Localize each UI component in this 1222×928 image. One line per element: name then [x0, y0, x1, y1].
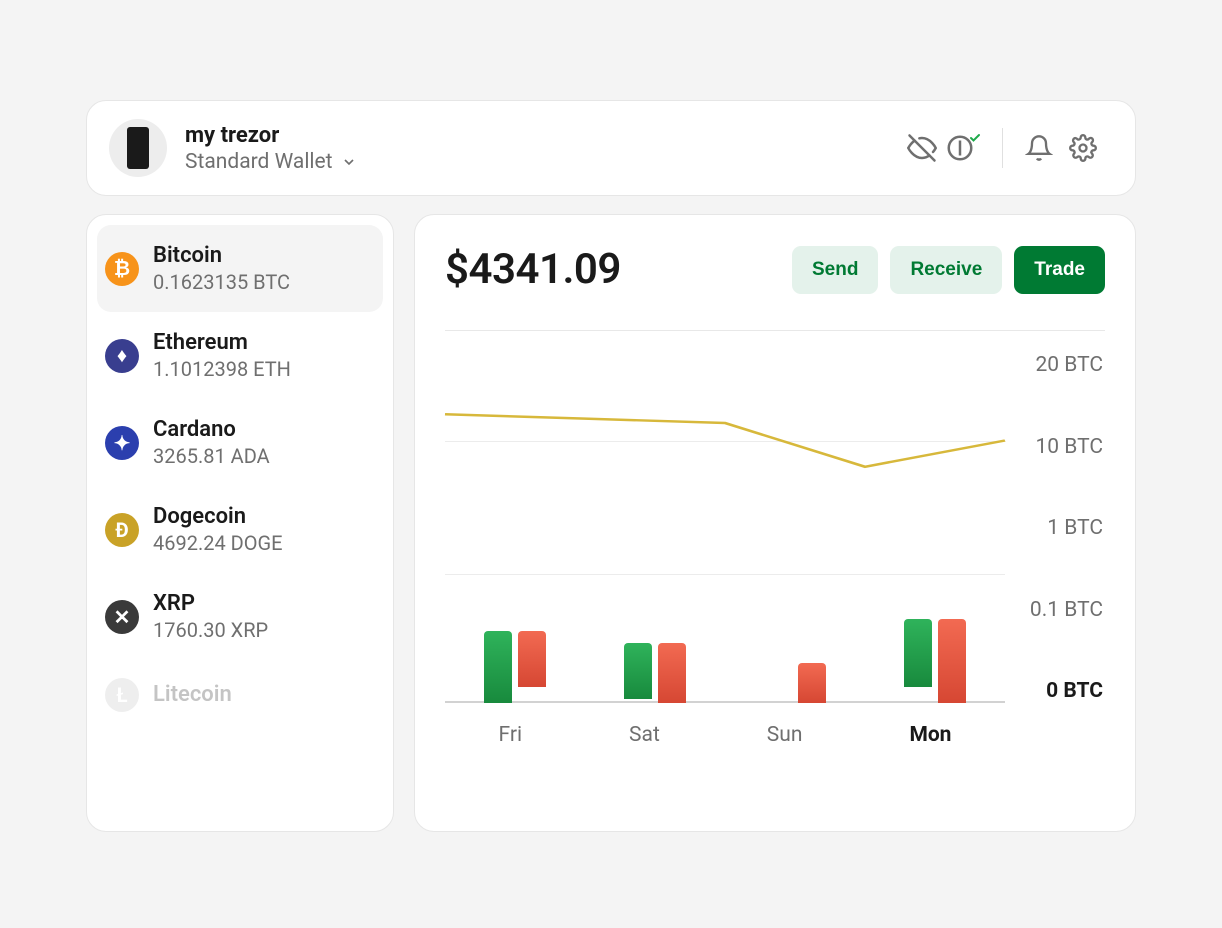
gear-icon — [1069, 134, 1097, 162]
dogecoin-icon: Ð — [105, 513, 139, 547]
coin-name: Litecoin — [153, 682, 232, 707]
y-tick: 10 BTC — [1005, 435, 1103, 459]
bar-out — [798, 663, 826, 703]
wallet-name: my trezor — [185, 123, 357, 148]
content-row: ₿ Bitcoin0.1623135 BTC ♦ Ethereum1.1012398 … — [86, 214, 1136, 832]
settings-button[interactable] — [1061, 126, 1105, 170]
coin-balance: 1760.30 XRP — [153, 618, 268, 642]
bar-out — [658, 643, 686, 703]
wallet-type-selector[interactable]: Standard Wallet — [185, 150, 357, 174]
separator — [1002, 128, 1003, 168]
coin-name: Dogecoin — [153, 504, 283, 529]
sidebar-item-bitcoin[interactable]: ₿ Bitcoin0.1623135 BTC — [97, 225, 383, 312]
y-tick: 20 BTC — [1005, 353, 1103, 377]
plot-area — [445, 353, 1005, 703]
coin-name: XRP — [153, 591, 268, 616]
eye-off-icon — [907, 133, 937, 163]
coin-name: Cardano — [153, 417, 270, 442]
trade-button[interactable]: Trade — [1014, 246, 1105, 294]
coin-balance: 1.1012398 ETH — [153, 357, 291, 381]
trezor-device-icon — [127, 127, 149, 169]
bar-in — [904, 619, 932, 687]
sidebar-item-cardano[interactable]: ✦ Cardano3265.81 ADA — [97, 399, 383, 486]
send-button[interactable]: Send — [792, 246, 878, 294]
xrp-icon: ✕ — [105, 600, 139, 634]
chevron-down-icon — [341, 154, 357, 170]
x-tick: Fri — [498, 723, 522, 747]
y-tick: 1 BTC — [1005, 516, 1103, 540]
chart-area: 20 BTC 10 BTC 1 BTC 0.1 BTC 0 BTC — [445, 353, 1105, 703]
bar-group — [481, 631, 549, 703]
fiat-balance: $4341.09 — [445, 245, 621, 294]
header-bar: my trezor Standard Wallet — [86, 100, 1136, 196]
coin-name: Ethereum — [153, 330, 291, 355]
litecoin-icon: Ł — [105, 678, 139, 712]
bell-icon — [1025, 134, 1053, 162]
x-tick: Mon — [909, 723, 951, 747]
bar-out — [518, 631, 546, 687]
bar-in — [484, 631, 512, 703]
sidebar-item-dogecoin[interactable]: Ð Dogecoin4692.24 DOGE — [97, 486, 383, 573]
chart-x-axis: Fri Sat Sun Mon — [445, 723, 1105, 747]
receive-button[interactable]: Receive — [890, 246, 1002, 294]
bar-in — [624, 643, 652, 699]
divider — [445, 330, 1105, 331]
wallet-type-label: Standard Wallet — [185, 150, 333, 174]
header-actions — [900, 126, 1105, 170]
coin-balance: 4692.24 DOGE — [153, 531, 283, 555]
x-tick: Sun — [767, 723, 803, 747]
coin-name: Bitcoin — [153, 243, 290, 268]
account-panel: $4341.09 Send Receive Trade 20 BTC 10 BTC… — [414, 214, 1136, 832]
sidebar-item-xrp[interactable]: ✕ XRP1760.30 XRP — [97, 573, 383, 660]
cardano-icon: ✦ — [105, 426, 139, 460]
device-avatar — [109, 119, 167, 177]
bar-out — [938, 619, 966, 703]
coin-balance: 0.1623135 BTC — [153, 270, 290, 294]
passphrase-status-button[interactable] — [944, 126, 988, 170]
notifications-button[interactable] — [1017, 126, 1061, 170]
ethereum-icon: ♦ — [105, 339, 139, 373]
y-tick: 0.1 BTC — [1005, 598, 1103, 622]
hide-balances-button[interactable] — [900, 126, 944, 170]
sidebar-item-ethereum[interactable]: ♦ Ethereum1.1012398 ETH — [97, 312, 383, 399]
y-tick: 0 BTC — [1005, 679, 1103, 703]
bar-group — [901, 619, 969, 703]
check-icon — [969, 132, 981, 144]
coin-sidebar: ₿ Bitcoin0.1623135 BTC ♦ Ethereum1.1012398 … — [86, 214, 394, 832]
bar-group — [761, 663, 829, 703]
bar-group — [621, 643, 689, 703]
bitcoin-icon: ₿ — [105, 252, 139, 286]
x-tick: Sat — [629, 723, 660, 747]
coin-balance: 3265.81 ADA — [153, 444, 270, 468]
chart-y-axis: 20 BTC 10 BTC 1 BTC 0.1 BTC 0 BTC — [1005, 353, 1105, 703]
wallet-title-block: my trezor Standard Wallet — [185, 123, 357, 174]
sidebar-item-litecoin[interactable]: Ł Litecoin — [97, 660, 383, 730]
volume-bars — [445, 353, 1005, 703]
